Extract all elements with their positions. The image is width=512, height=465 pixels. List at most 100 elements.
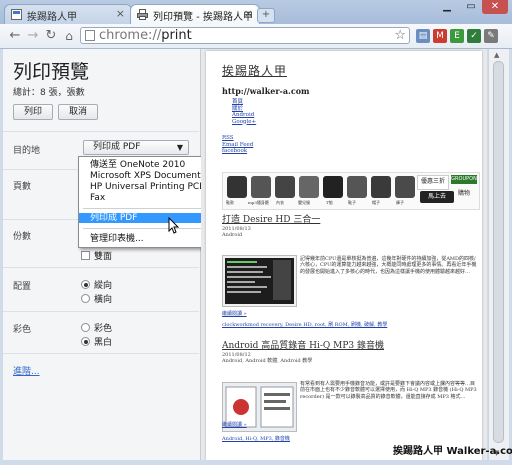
new-tab-button[interactable]: + — [257, 8, 275, 23]
color-label: 彩色 — [13, 325, 32, 335]
site-url: http://walker-a.com — [222, 86, 310, 96]
tab-label: 列印預覽 - 挨踢路人甲 — [153, 12, 253, 23]
extension-icon[interactable]: ✓ — [467, 29, 481, 43]
product-label: 鞋子 — [348, 200, 356, 205]
print-icon — [137, 9, 148, 20]
watermark: 挨踢路人甲 Walker-a.com — [393, 446, 512, 457]
color-option-label: 彩色 — [94, 324, 113, 334]
wrench-icon[interactable]: ✎ — [484, 29, 498, 43]
close-icon[interactable]: × — [116, 7, 125, 20]
product-label: 帽子 — [372, 200, 380, 205]
cancel-button[interactable]: 取消 — [58, 104, 98, 120]
article-title[interactable]: Android 高品質錄音 Hi-Q MP3 錄音機 — [222, 338, 384, 351]
product-label: 嬰兒服 — [298, 200, 310, 205]
read-more-link[interactable]: 繼續閱讀 » — [222, 310, 247, 317]
reload-icon[interactable]: ↻ — [42, 27, 60, 45]
address-bar[interactable]: chrome://print ☆ — [80, 27, 410, 44]
divider — [3, 353, 199, 354]
maximize-icon[interactable]: ▭ — [458, 0, 484, 14]
preview-scrollbar[interactable]: ▲ ▼ — [488, 49, 509, 460]
preview-area: 挨踢路人甲 http://walker-a.com 首頁 關於 Android … — [201, 49, 487, 460]
feed-links: RSS Email Feed facebook — [222, 135, 253, 155]
print-settings-panel: 列印預覽 總計：8 張，張數 列印 取消 目的地 列印成 PDF ▼ 頁數 份數… — [3, 49, 201, 460]
nav-link[interactable]: Google+ — [232, 119, 256, 126]
site-title[interactable]: 挨踢路人甲 — [222, 62, 287, 79]
url-text: chrome://print — [99, 28, 192, 43]
close-icon[interactable]: ✕ — [482, 0, 508, 14]
tab-print-preview[interactable]: 列印預覽 - 挨踢路人甲 × — [130, 4, 260, 24]
nav-link[interactable]: Android — [232, 112, 256, 119]
minimize-icon[interactable]: ▁ — [434, 0, 460, 14]
article-tags[interactable]: clockworkmod recovery, Desire HD, root, … — [222, 321, 387, 328]
landscape-radio[interactable] — [81, 294, 90, 303]
article-tags[interactable]: Android, Hi-Q, MP3, 錄音機 — [222, 435, 290, 442]
black-white-radio[interactable] — [81, 337, 90, 346]
feed-link[interactable]: facebook — [222, 148, 253, 155]
article-category[interactable]: Android — [222, 232, 251, 238]
article-meta: 2011/08/12 Android, Android 軟體, Android … — [222, 352, 312, 364]
black-white-label: 黑白 — [94, 338, 113, 348]
back-icon[interactable]: ← — [6, 27, 24, 45]
tab-walker[interactable]: 挨踢路人甲 × — [4, 4, 132, 24]
duplex-label: 雙面 — [94, 252, 113, 262]
article-meta: 2011/08/13 Android — [222, 226, 251, 238]
destination-select[interactable]: 列印成 PDF ▼ — [83, 140, 189, 155]
product-label: 鞋款 — [226, 200, 234, 205]
product-image — [227, 176, 247, 198]
article-excerpt: 有常看到有人需要用手機錄音功能，或許是要錄下會議內容或上課內容等等…目前在市面上… — [300, 381, 477, 400]
advanced-link[interactable]: 進階... — [13, 364, 40, 377]
product-image — [323, 176, 343, 198]
product-image — [275, 176, 295, 198]
read-more-link[interactable]: 繼續閱讀 » — [222, 421, 247, 428]
scroll-up-icon[interactable]: ▲ — [494, 51, 499, 59]
scrollbar-thumb[interactable] — [493, 61, 504, 443]
mail-icon[interactable]: M — [433, 29, 447, 43]
divider — [3, 131, 199, 132]
product-image — [347, 176, 367, 198]
destination-label: 目的地 — [13, 146, 41, 156]
divider — [3, 267, 199, 268]
page-icon — [11, 9, 22, 20]
article-excerpt: 記得幾年前CPU還是單核挺為普遍，這幾年對硬件的持續加強，從AMD的四核/六核心… — [300, 256, 477, 275]
pages-label: 頁數 — [13, 182, 32, 192]
product-label: T恤 — [326, 200, 333, 205]
page-count: 總計：8 張，張數 — [13, 88, 85, 98]
sale-text: 優惠三折 — [417, 175, 449, 190]
portrait-radio[interactable] — [81, 280, 90, 289]
star-icon[interactable]: ☆ — [394, 28, 406, 44]
evernote-icon[interactable]: E — [450, 29, 464, 43]
product-label: 褲子 — [396, 200, 404, 205]
groupon-sub: 購物 — [458, 190, 471, 197]
page-icon — [85, 30, 95, 41]
screenshot-image — [225, 258, 294, 304]
product-label: mp3隨身聽 — [248, 200, 269, 205]
home-icon[interactable]: ⌂ — [60, 27, 78, 45]
landscape-label: 橫向 — [94, 295, 113, 305]
tab-bar: 挨踢路人甲 × 列印預覽 - 挨踢路人甲 × + ▁ ▭ ✕ — [0, 0, 512, 24]
page-title: 列印預覽 — [13, 61, 90, 83]
product-image — [299, 176, 319, 198]
portrait-label: 縱向 — [94, 281, 113, 291]
sale-button[interactable]: 馬上去 — [420, 191, 454, 203]
destination-value: 列印成 PDF — [93, 142, 141, 152]
duplex-checkbox[interactable] — [81, 251, 90, 260]
mouse-cursor-icon — [168, 217, 180, 234]
extension-icon[interactable]: ▤ — [416, 29, 430, 43]
preview-page: 挨踢路人甲 http://walker-a.com 首頁 關於 Android … — [206, 51, 482, 460]
browser-toolbar: ← → ↻ ⌂ chrome://print ☆ ▤ M E ✓ ✎ — [0, 24, 512, 49]
article-category[interactable]: Android, Android 軟體, Android 教學 — [222, 358, 312, 364]
color-radio[interactable] — [81, 323, 90, 332]
copies-label: 份數 — [13, 232, 32, 242]
product-image — [371, 176, 391, 198]
product-image — [395, 176, 415, 198]
close-icon[interactable]: × — [244, 7, 253, 20]
article-title[interactable]: 打造 Desire HD 三合一 — [222, 212, 320, 225]
ad-banner[interactable]: 鞋款 mp3隨身聽 內衣 嬰兒服 T恤 鞋子 帽子 褲子 優惠三折 馬上去 GR… — [222, 172, 480, 210]
groupon-logo: GROUPON — [451, 175, 477, 184]
article-thumbnail — [222, 255, 297, 307]
chevron-down-icon: ▼ — [176, 143, 183, 152]
layout-label: 配置 — [13, 282, 32, 292]
forward-icon[interactable]: → — [24, 27, 42, 45]
print-button[interactable]: 列印 — [13, 104, 53, 120]
product-image — [251, 176, 271, 198]
